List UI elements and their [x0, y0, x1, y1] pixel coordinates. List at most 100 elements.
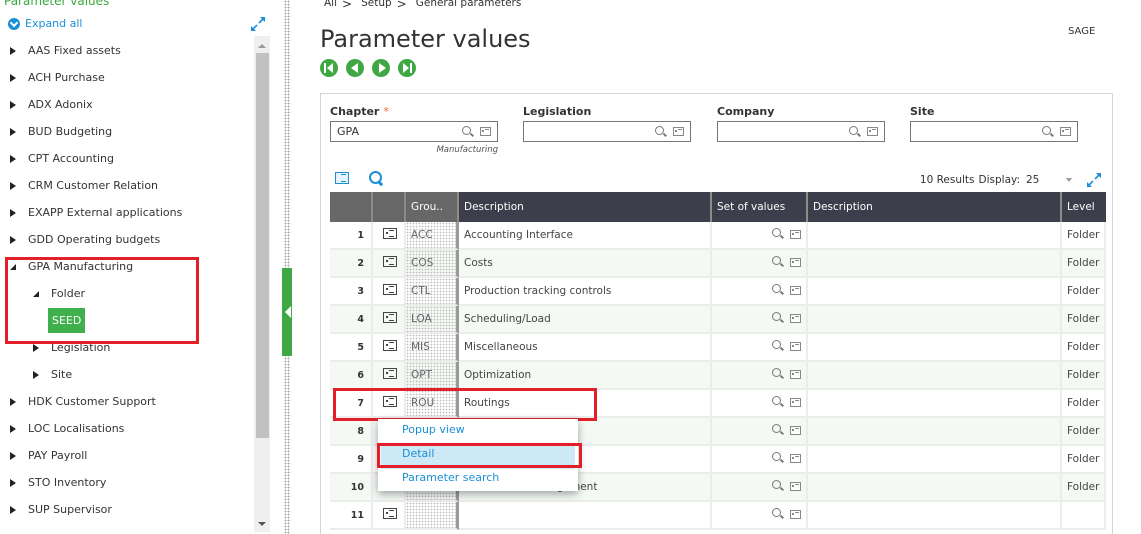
- site-input[interactable]: [910, 121, 1078, 142]
- user-label[interactable]: SAGE: [1068, 26, 1095, 37]
- search-icon[interactable]: [772, 256, 783, 267]
- tree-item-ach[interactable]: ACH Purchase: [0, 64, 252, 91]
- chapter-input[interactable]: GPA: [330, 121, 498, 142]
- tree-scrollbar[interactable]: [254, 36, 270, 532]
- tree-item-seed[interactable]: SEED: [0, 307, 252, 334]
- tree-item-bud[interactable]: BUD Budgeting: [0, 118, 252, 145]
- col-header-description[interactable]: Description: [459, 192, 712, 222]
- row-menu-icon[interactable]: [383, 256, 397, 267]
- chevron-down-icon[interactable]: [1066, 178, 1072, 182]
- col-header-description-2[interactable]: Description: [808, 192, 1062, 222]
- row-actions-cell[interactable]: [373, 278, 406, 306]
- detail-card-icon[interactable]: [790, 258, 801, 267]
- row-actions-cell[interactable]: [373, 502, 406, 530]
- row-menu-icon[interactable]: [383, 284, 397, 295]
- grid-search-icon[interactable]: [369, 171, 383, 185]
- scroll-up-icon[interactable]: [258, 44, 266, 48]
- last-record-button[interactable]: [398, 59, 416, 77]
- search-icon[interactable]: [772, 368, 783, 379]
- breadcrumb-all[interactable]: All: [324, 0, 337, 11]
- row-actions-cell[interactable]: [373, 250, 406, 278]
- tree-item-aas[interactable]: AAS Fixed assets: [0, 37, 252, 64]
- row-actions-cell[interactable]: [373, 222, 406, 250]
- search-icon[interactable]: [1042, 126, 1053, 137]
- row-menu-icon[interactable]: [383, 508, 397, 519]
- detail-card-icon[interactable]: [790, 398, 801, 407]
- detail-card-icon[interactable]: [790, 342, 801, 351]
- tree-item-gdd[interactable]: GDD Operating budgets: [0, 226, 252, 253]
- detail-card-icon[interactable]: [790, 454, 801, 463]
- search-icon[interactable]: [462, 126, 473, 137]
- tree-item-pay[interactable]: PAY Payroll: [0, 442, 252, 469]
- search-icon[interactable]: [772, 452, 783, 463]
- search-icon[interactable]: [772, 424, 783, 435]
- search-icon[interactable]: [772, 480, 783, 491]
- expand-panel-icon[interactable]: [250, 16, 266, 32]
- detail-card-icon[interactable]: [673, 127, 684, 136]
- detail-card-icon[interactable]: [790, 482, 801, 491]
- table-row[interactable]: 3 CTL Production tracking controls Folder: [330, 278, 1107, 306]
- tree-item-folder[interactable]: Folder: [0, 280, 252, 307]
- group-cell[interactable]: ROU: [406, 390, 459, 418]
- previous-record-button[interactable]: [346, 59, 364, 77]
- company-input[interactable]: [717, 121, 885, 142]
- row-menu-icon[interactable]: [383, 396, 397, 407]
- table-row[interactable]: 1 ACC Accounting Interface Folder: [330, 222, 1107, 250]
- row-actions-cell[interactable]: [373, 390, 406, 418]
- tree-item-seed-selected[interactable]: SEED: [48, 308, 86, 333]
- table-row[interactable]: 5 MIS Miscellaneous Folder: [330, 334, 1107, 362]
- tree-item-cpt[interactable]: CPT Accounting: [0, 145, 252, 172]
- search-icon[interactable]: [772, 340, 783, 351]
- search-icon[interactable]: [849, 126, 860, 137]
- detail-card-icon[interactable]: [790, 370, 801, 379]
- menu-item-detail[interactable]: Detail: [381, 445, 575, 469]
- tree-item-sto[interactable]: STO Inventory: [0, 469, 252, 496]
- table-row[interactable]: 7 ROU Routings Folder: [330, 390, 1107, 418]
- table-row[interactable]: 4 LOA Scheduling/Load Folder: [330, 306, 1107, 334]
- first-record-button[interactable]: [320, 59, 338, 77]
- legislation-input[interactable]: [523, 121, 691, 142]
- group-cell[interactable]: [406, 502, 459, 530]
- tree-item-hdk[interactable]: HDK Customer Support: [0, 388, 252, 415]
- row-actions-cell[interactable]: [373, 334, 406, 362]
- row-actions-cell[interactable]: [373, 362, 406, 390]
- search-icon[interactable]: [772, 284, 783, 295]
- detail-card-icon[interactable]: [867, 127, 878, 136]
- search-icon[interactable]: [655, 126, 666, 137]
- row-menu-icon[interactable]: [383, 228, 397, 239]
- detail-card-icon[interactable]: [790, 426, 801, 435]
- scroll-down-icon[interactable]: [258, 522, 266, 526]
- menu-item-parameter-search[interactable]: Parameter search: [378, 469, 578, 493]
- group-cell[interactable]: OPT: [406, 362, 459, 390]
- table-row[interactable]: 2 COS Costs Folder: [330, 250, 1107, 278]
- col-header-group[interactable]: Grou..: [406, 192, 459, 222]
- tree-item-gpa[interactable]: GPA Manufacturing: [0, 253, 252, 280]
- group-cell[interactable]: MIS: [406, 334, 459, 362]
- panel-splitter[interactable]: [284, 0, 290, 534]
- tree-item-exapp[interactable]: EXAPP External applications: [0, 199, 252, 226]
- collapse-panel-handle[interactable]: [282, 268, 292, 356]
- tree-item-legislation[interactable]: Legislation: [0, 334, 252, 361]
- scroll-thumb[interactable]: [256, 53, 269, 438]
- next-record-button[interactable]: [372, 59, 390, 77]
- tree-item-crm[interactable]: CRM Customer Relation: [0, 172, 252, 199]
- breadcrumb-general-parameters[interactable]: General parameters: [416, 0, 522, 11]
- search-icon[interactable]: [772, 228, 783, 239]
- group-cell[interactable]: LOA: [406, 306, 459, 334]
- detail-card-icon[interactable]: [480, 127, 491, 136]
- row-actions-cell[interactable]: [373, 306, 406, 334]
- tree-item-site[interactable]: Site: [0, 361, 252, 388]
- detail-card-icon[interactable]: [790, 286, 801, 295]
- detail-card-icon[interactable]: [790, 510, 801, 519]
- breadcrumb-setup[interactable]: Setup: [361, 0, 392, 11]
- search-icon[interactable]: [772, 396, 783, 407]
- row-menu-icon[interactable]: [383, 312, 397, 323]
- group-cell[interactable]: CTL: [406, 278, 459, 306]
- display-select[interactable]: 25: [1026, 174, 1056, 186]
- table-row[interactable]: 6 OPT Optimization Folder: [330, 362, 1107, 390]
- card-view-icon[interactable]: [335, 172, 349, 184]
- group-cell[interactable]: ACC: [406, 222, 459, 250]
- tree-item-sup[interactable]: SUP Supervisor: [0, 496, 252, 523]
- detail-card-icon[interactable]: [790, 230, 801, 239]
- row-menu-icon[interactable]: [383, 340, 397, 351]
